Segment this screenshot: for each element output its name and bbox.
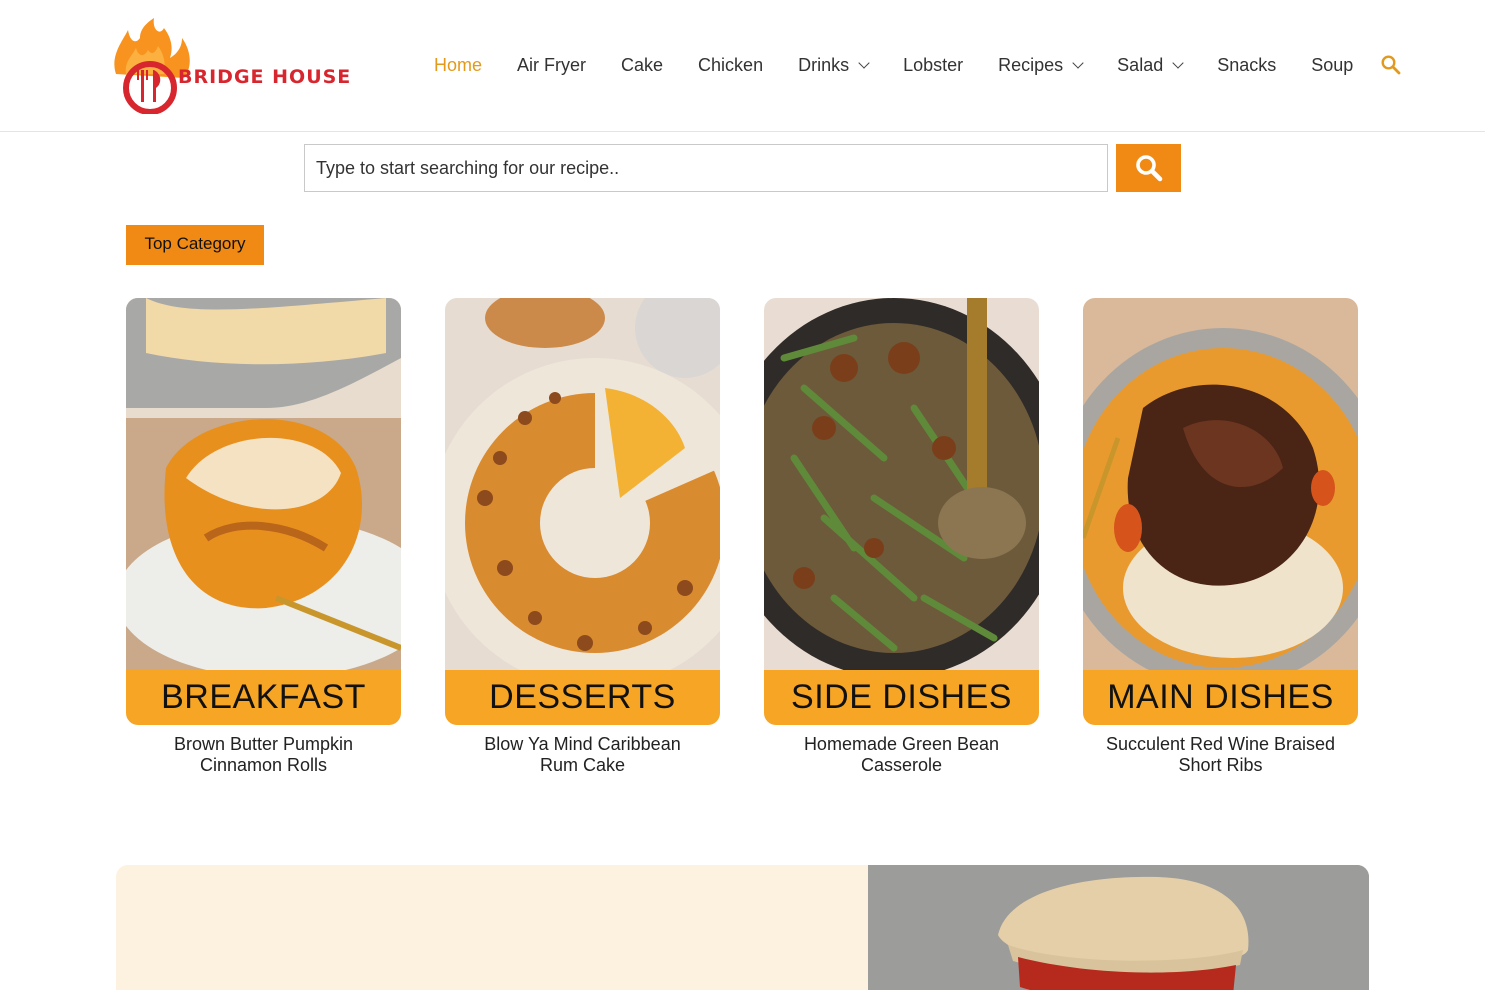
card-category-label[interactable]: BREAKFAST: [126, 670, 401, 725]
header-search-button[interactable]: [1380, 54, 1402, 76]
nav-item-label: Home: [434, 54, 483, 75]
nav-item-lobster[interactable]: Lobster: [903, 55, 963, 76]
nav-item-label: Drinks: [798, 54, 850, 75]
chevron-down-icon: [1172, 56, 1184, 69]
card-category-label[interactable]: SIDE DISHES: [764, 670, 1039, 725]
category-card-side-dishes[interactable]: SIDE DISHES Homemade Green Bean Casserol…: [764, 298, 1039, 776]
nav-item-air-fryer[interactable]: Air Fryer: [517, 55, 586, 76]
nav-item-label: Chicken: [698, 54, 764, 75]
nav-item-recipes[interactable]: Recipes: [998, 54, 1084, 76]
search-icon: [1135, 155, 1162, 182]
nav-item-label: Recipes: [998, 54, 1064, 75]
recipe-search-input[interactable]: [304, 144, 1108, 192]
top-category-text: Top Category: [144, 233, 246, 253]
nav-item-label: Air Fryer: [517, 54, 587, 75]
banner-image: [868, 865, 1369, 990]
card-image[interactable]: [445, 298, 720, 670]
nav-item-label: Salad: [1117, 54, 1164, 75]
rum-cake-image: [445, 298, 720, 670]
promo-banner: [116, 865, 1369, 990]
brand-logo[interactable]: BRIDGE HOUSE: [108, 16, 350, 115]
category-card-breakfast[interactable]: BREAKFAST Brown Butter Pumpkin Cinnamon …: [126, 298, 401, 776]
green-bean-casserole-image: [764, 298, 1039, 670]
card-image[interactable]: [764, 298, 1039, 670]
chevron-down-icon: [1072, 56, 1084, 69]
recipe-search-button[interactable]: [1116, 144, 1181, 192]
card-image[interactable]: [126, 298, 401, 670]
nav-item-label: Cake: [621, 54, 664, 75]
biscuit-sandwich-image: [868, 865, 1369, 990]
nav-item-cake[interactable]: Cake: [621, 55, 663, 76]
card-recipe-title[interactable]: Succulent Red Wine Braised Short Ribs: [1083, 734, 1358, 776]
category-card-desserts[interactable]: DESSERTS Blow Ya Mind Caribbean Rum Cake: [445, 298, 720, 776]
nav-item-label: Soup: [1311, 54, 1354, 75]
short-ribs-image: [1083, 298, 1358, 670]
cinnamon-roll-image: [126, 298, 401, 670]
nav-item-label: Snacks: [1217, 54, 1277, 75]
category-card-main-dishes[interactable]: MAIN DISHES Succulent Red Wine Braised S…: [1083, 298, 1358, 776]
top-category-label: Top Category: [126, 225, 264, 265]
nav-item-salad[interactable]: Salad: [1117, 54, 1184, 76]
card-recipe-title[interactable]: Homemade Green Bean Casserole: [764, 734, 1039, 776]
nav-item-chicken[interactable]: Chicken: [698, 55, 763, 76]
main-nav: Home Air Fryer Cake Chicken Drinks Lobst…: [434, 52, 1388, 78]
nav-item-drinks[interactable]: Drinks: [798, 54, 870, 76]
search-icon: [1381, 55, 1401, 75]
nav-item-snacks[interactable]: Snacks: [1217, 55, 1276, 76]
nav-item-soup[interactable]: Soup: [1311, 55, 1353, 76]
card-category-label[interactable]: MAIN DISHES: [1083, 670, 1358, 725]
nav-item-home[interactable]: Home: [434, 55, 482, 76]
site-header: BRIDGE HOUSE Home Air Fryer Cake Chicken…: [0, 0, 1485, 132]
brand-name: BRIDGE HOUSE: [178, 66, 352, 88]
card-recipe-title[interactable]: Blow Ya Mind Caribbean Rum Cake: [445, 734, 720, 776]
card-category-label[interactable]: DESSERTS: [445, 670, 720, 725]
card-image[interactable]: [1083, 298, 1358, 670]
chevron-down-icon: [858, 56, 870, 69]
nav-item-label: Lobster: [903, 54, 964, 75]
flame-logo-icon: [114, 18, 190, 115]
card-recipe-title[interactable]: Brown Butter Pumpkin Cinnamon Rolls: [126, 734, 401, 776]
